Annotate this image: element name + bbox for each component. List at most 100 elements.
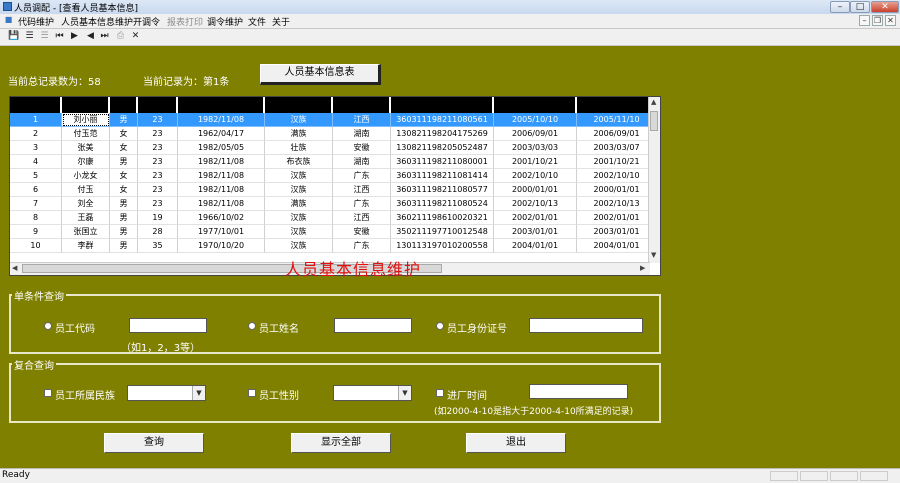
staff-data-grid[interactable]: 1 刘小丽男 23 1982/11/08 汉族 江西 360311198211080561 2… [9, 96, 661, 276]
table-cell[interactable]: 360311198211081414 [391, 169, 494, 183]
table-row[interactable]: 9 张国立男 28 1977/10/01 汉族 安徽 350211197710012548 2… [10, 225, 657, 239]
staff-code-input[interactable] [129, 318, 207, 333]
gender-select[interactable]: ▼ [333, 385, 412, 401]
last-record-icon[interactable]: ⏭ [99, 31, 110, 42]
window-close-button[interactable]: ✕ [871, 1, 899, 13]
table-cell[interactable]: 女 [110, 183, 138, 197]
table-cell[interactable]: 2002/01/01 [577, 211, 657, 225]
staff-id-input[interactable] [529, 318, 643, 333]
table-cell[interactable]: 付玉范 [62, 127, 110, 141]
table-cell[interactable]: 6 [10, 183, 62, 197]
table-row[interactable]: 1 刘小丽男 23 1982/11/08 汉族 江西 360311198211080561 2… [10, 113, 657, 127]
grid-column-header[interactable] [494, 97, 577, 113]
table-cell[interactable]: 23 [138, 127, 178, 141]
table-cell[interactable]: 王磊 [62, 211, 110, 225]
table-cell[interactable]: 23 [138, 113, 178, 127]
table-cell[interactable]: 满族 [265, 197, 333, 211]
table-cell[interactable]: 张国立 [62, 225, 110, 239]
table-cell[interactable]: 2001/10/21 [577, 155, 657, 169]
table-cell[interactable]: 2004/01/01 [577, 239, 657, 253]
table-cell[interactable]: 130821198205052487 [391, 141, 494, 155]
table-cell[interactable]: 2006/09/01 [494, 127, 577, 141]
show-all-button[interactable]: 显示全部 [291, 433, 391, 453]
entry-date-input[interactable] [529, 384, 628, 399]
exit-button[interactable]: 退出 [466, 433, 566, 453]
table-cell[interactable]: 3 [10, 141, 62, 155]
table-cell[interactable]: 李群 [62, 239, 110, 253]
table-cell[interactable]: 23 [138, 183, 178, 197]
table-row[interactable]: 3 张美女 23 1982/05/05 壮族 安徽 130821198205052487 20… [10, 141, 657, 155]
table-row[interactable]: 5 小龙女女 23 1982/11/08 汉族 广东 360311198211081414 2… [10, 169, 657, 183]
table-cell[interactable]: 2002/01/01 [494, 211, 577, 225]
table-cell[interactable]: 女 [110, 169, 138, 183]
table-cell[interactable]: 1982/11/08 [178, 155, 265, 169]
table-cell[interactable]: 2005/11/10 [577, 113, 657, 127]
table-cell[interactable]: 2006/09/01 [577, 127, 657, 141]
grid-column-header[interactable] [62, 97, 110, 113]
table-cell[interactable]: 2002/10/10 [577, 169, 657, 183]
table-cell[interactable]: 汉族 [265, 211, 333, 225]
radio-staff-name[interactable] [248, 322, 256, 330]
menu-about[interactable]: 关于 [272, 15, 290, 28]
table-row[interactable]: 2 付玉范女 23 1962/04/17 满族 湖南 130821198204175269 2… [10, 127, 657, 141]
table-cell[interactable]: 汉族 [265, 239, 333, 253]
table-cell[interactable]: 安徽 [333, 141, 391, 155]
table-cell[interactable]: 4 [10, 155, 62, 169]
table-cell[interactable]: 1970/10/20 [178, 239, 265, 253]
table-cell[interactable]: 1982/05/05 [178, 141, 265, 155]
table-cell[interactable]: 130821198204175269 [391, 127, 494, 141]
query-button[interactable]: 查询 [104, 433, 204, 453]
mdi-restore-icon[interactable]: ❐ [872, 15, 883, 26]
table-cell[interactable]: 男 [110, 239, 138, 253]
table-cell[interactable]: 130113197010200558 [391, 239, 494, 253]
scroll-right-icon[interactable]: ▶ [640, 264, 645, 272]
menu-code-maintenance[interactable]: 代码维护 [18, 15, 54, 28]
table-cell[interactable]: 23 [138, 155, 178, 169]
table-cell[interactable]: 江西 [333, 211, 391, 225]
checkbox-entry-date[interactable] [436, 389, 444, 397]
table-cell[interactable]: 汉族 [265, 225, 333, 239]
menu-transfer-maintenance[interactable]: 调令维护 [207, 15, 243, 28]
vertical-scroll-thumb[interactable] [650, 111, 658, 131]
table-cell[interactable]: 汉族 [265, 113, 333, 127]
table-cell[interactable]: 2002/10/13 [577, 197, 657, 211]
table-cell[interactable]: 广东 [333, 239, 391, 253]
table-cell[interactable]: 2002/10/10 [494, 169, 577, 183]
grid-column-header[interactable] [138, 97, 178, 113]
table-cell[interactable]: 1 [10, 113, 62, 127]
scroll-left-icon[interactable]: ◀ [12, 264, 17, 272]
table-cell[interactable]: 1982/11/08 [178, 113, 265, 127]
table-cell[interactable]: 7 [10, 197, 62, 211]
table-cell[interactable]: 2000/01/01 [494, 183, 577, 197]
radio-staff-code[interactable] [44, 322, 52, 330]
table-cell[interactable]: 2001/10/21 [494, 155, 577, 169]
table-cell[interactable]: 360311198211080577 [391, 183, 494, 197]
table-cell[interactable]: 2005/10/10 [494, 113, 577, 127]
menu-file[interactable]: 文件 [248, 15, 266, 28]
table-cell[interactable]: 2000/01/01 [577, 183, 657, 197]
table-cell[interactable]: 汉族 [265, 169, 333, 183]
table-cell[interactable]: 江西 [333, 183, 391, 197]
table-cell[interactable]: 350211197710012548 [391, 225, 494, 239]
prev-record-icon[interactable]: ◀ [85, 31, 96, 42]
table-cell[interactable]: 江西 [333, 113, 391, 127]
table-cell[interactable]: 360211198610020321 [391, 211, 494, 225]
table-cell[interactable]: 2003/03/03 [494, 141, 577, 155]
scroll-down-icon[interactable]: ▼ [651, 251, 656, 259]
table-cell[interactable]: 满族 [265, 127, 333, 141]
table-row[interactable]: 6 付玉女 23 1982/11/08 汉族 江西 360311198211080577 20… [10, 183, 657, 197]
table-cell[interactable]: 2004/01/01 [494, 239, 577, 253]
table-cell[interactable]: 360311198211080001 [391, 155, 494, 169]
table-cell[interactable]: 8 [10, 211, 62, 225]
table-row[interactable]: 10 李群男 35 1970/10/20 汉族 广东 130113197010200558 2… [10, 239, 657, 253]
checkbox-nation[interactable] [44, 389, 52, 397]
next-record-icon[interactable]: ▶ [69, 31, 80, 42]
table-cell[interactable]: 小龙女 [62, 169, 110, 183]
grid-column-header[interactable] [333, 97, 391, 113]
table-cell[interactable]: 5 [10, 169, 62, 183]
table-cell[interactable]: 35 [138, 239, 178, 253]
table-cell[interactable]: 男 [110, 155, 138, 169]
grid-column-header[interactable] [178, 97, 265, 113]
table-cell[interactable]: 1966/10/02 [178, 211, 265, 225]
table-cell[interactable]: 湖南 [333, 127, 391, 141]
